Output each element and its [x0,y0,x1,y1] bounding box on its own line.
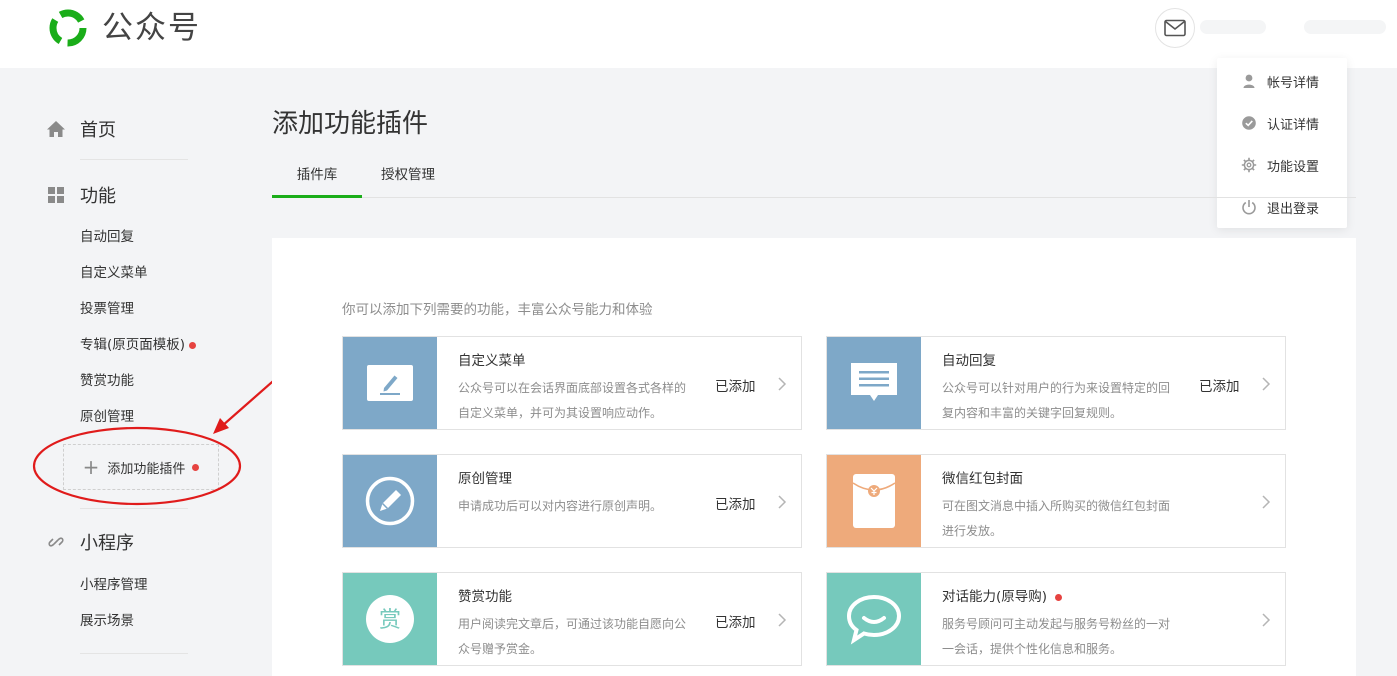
add-plugin-button[interactable]: + 添加功能插件 [63,444,219,490]
sidebar-section-miniprogram[interactable]: 小程序 [46,528,134,556]
menu-item-label: 帐号详情 [1267,75,1320,91]
sidebar-item-home[interactable]: 首页 [46,115,116,143]
sidebar-section-label: 小程序 [80,533,134,554]
new-badge-dot [192,463,200,471]
page-title: 添加功能插件 [272,109,429,139]
plugin-card-original-management[interactable]: 原创管理 申请成功后可以对内容进行原创声明。 已添加 [342,454,802,548]
new-badge-dot [1055,593,1063,601]
reward-icon: 赏 [366,595,414,643]
card-description: 用户阅读完文章后，可通过该功能自愿向公众号赠予赏金。 [458,617,687,656]
add-plugin-label: 添加功能插件 [107,461,186,477]
grid-icon [48,187,64,203]
card-description: 申请成功后可以对内容进行原创声明。 [458,499,663,513]
sidebar-item-reward[interactable]: 赞赏功能 [80,371,134,391]
account-dropdown-menu: 帐号详情 认证详情 功能设置 退出登录 [1217,58,1347,228]
card-icon-tile [827,455,921,547]
sidebar-item-label: 专辑(原页面模板) [80,337,186,353]
plus-icon: + [82,455,100,479]
plugin-card-reward[interactable]: 赏 赞赏功能 用户阅读完文章后，可通过该功能自愿向公众号赠予赏金。 已添加 [342,572,802,666]
sidebar-divider [80,159,188,160]
card-description: 服务号顾问可主动发起与服务号粉丝的一对一会话，提供个性化信息和服务。 [942,617,1171,656]
account-avatar-placeholder[interactable] [1304,20,1386,34]
card-icon-tile [827,337,921,429]
menu-item-label: 认证详情 [1267,117,1320,133]
card-title: 自动回复 [942,353,996,369]
pen-circle-icon [365,476,415,526]
card-title: 原创管理 [458,471,512,487]
card-status-added: 已添加 [715,379,756,395]
red-packet-icon [852,474,896,528]
card-title: 自定义菜单 [458,353,526,369]
card-status-added: 已添加 [715,497,756,513]
link-icon [48,537,64,547]
power-icon [1242,200,1256,215]
sidebar-item-label: 首页 [80,120,116,141]
sidebar-section-label: 功能 [80,186,116,207]
chevron-right-icon [1262,495,1271,509]
home-icon [47,121,65,137]
card-status-added: 已添加 [1199,379,1240,395]
person-icon [1243,74,1255,88]
chevron-right-icon [1262,377,1271,391]
plugin-card-auto-reply[interactable]: 自动回复 公众号可以针对用户的行为来设置特定的回复内容和丰富的关键字回复规则。 … [826,336,1286,430]
chevron-right-icon [1262,613,1271,627]
sidebar-item-miniprogram-management[interactable]: 小程序管理 [80,575,148,595]
card-status-added: 已添加 [715,615,756,631]
card-description: 公众号可以针对用户的行为来设置特定的回复内容和丰富的关键字回复规则。 [942,381,1171,420]
brand-name[interactable]: 公众号 [102,8,201,48]
account-name-placeholder[interactable] [1200,20,1266,34]
sidebar-divider [80,653,188,654]
chat-bubble-icon [846,594,902,645]
top-header: 公众号 [0,0,1397,68]
sidebar-section-features[interactable]: 功能 [46,181,116,209]
message-icon [851,363,897,401]
sidebar-item-album[interactable]: 专辑(原页面模板) [80,335,197,355]
sidebar-item-display-scenes[interactable]: 展示场景 [80,611,134,631]
sidebar-divider [80,508,188,509]
card-icon-tile [343,455,437,547]
card-icon-tile [827,573,921,665]
verified-check-icon [1242,116,1256,130]
card-title-wrap: 对话能力(原导购) [942,585,1063,605]
sidebar-item-vote-management[interactable]: 投票管理 [80,299,134,319]
chevron-right-icon [778,495,787,509]
envelope-icon [1164,19,1186,37]
card-title: 对话能力(原导购) [942,589,1048,605]
card-description: 可在图文消息中插入所购买的微信红包封面进行发放。 [942,499,1171,538]
message-button[interactable] [1155,8,1195,48]
sidebar-item-original-management[interactable]: 原创管理 [80,407,134,427]
plugin-card-custom-menu[interactable]: 自定义菜单 公众号可以在会话界面底部设置各式各样的自定义菜单，并可为其设置响应动… [342,336,802,430]
sidebar-item-auto-reply[interactable]: 自动回复 [80,227,134,247]
sidebar-nav: 首页 功能 自动回复 自定义菜单 投票管理 专辑(原页面模板) 赞赏功能 原创管… [0,68,240,676]
wechat-mp-logo[interactable] [46,8,90,48]
plugin-card-conversation[interactable]: 对话能力(原导购) 服务号顾问可主动发起与服务号粉丝的一对一会话，提供个性化信息… [826,572,1286,666]
menu-item-verification-details[interactable]: 认证详情 [1217,102,1347,144]
chevron-right-icon [778,613,787,627]
card-icon-tile [343,337,437,429]
card-title: 赞赏功能 [458,589,512,605]
edit-icon [367,365,413,401]
plugin-intro-text: 你可以添加下列需要的功能，丰富公众号能力和体验 [342,302,653,318]
tab-plugin-library[interactable]: 插件库 [272,157,362,198]
svg-text:赏: 赏 [379,608,401,633]
menu-item-account-details[interactable]: 帐号详情 [1217,60,1347,102]
card-description: 公众号可以在会话界面底部设置各式各样的自定义菜单，并可为其设置响应动作。 [458,381,687,420]
plugin-card-red-packet-cover[interactable]: 微信红包封面 可在图文消息中插入所购买的微信红包封面进行发放。 [826,454,1286,548]
tab-authorization-management[interactable]: 授权管理 [372,157,444,198]
tab-bar: 插件库 授权管理 [272,157,1356,198]
sidebar-item-custom-menu[interactable]: 自定义菜单 [80,263,148,283]
card-icon-tile: 赏 [343,573,437,665]
menu-item-label: 退出登录 [1267,201,1320,217]
new-badge-dot [189,341,197,349]
chevron-right-icon [778,377,787,391]
card-title: 微信红包封面 [942,471,1023,487]
